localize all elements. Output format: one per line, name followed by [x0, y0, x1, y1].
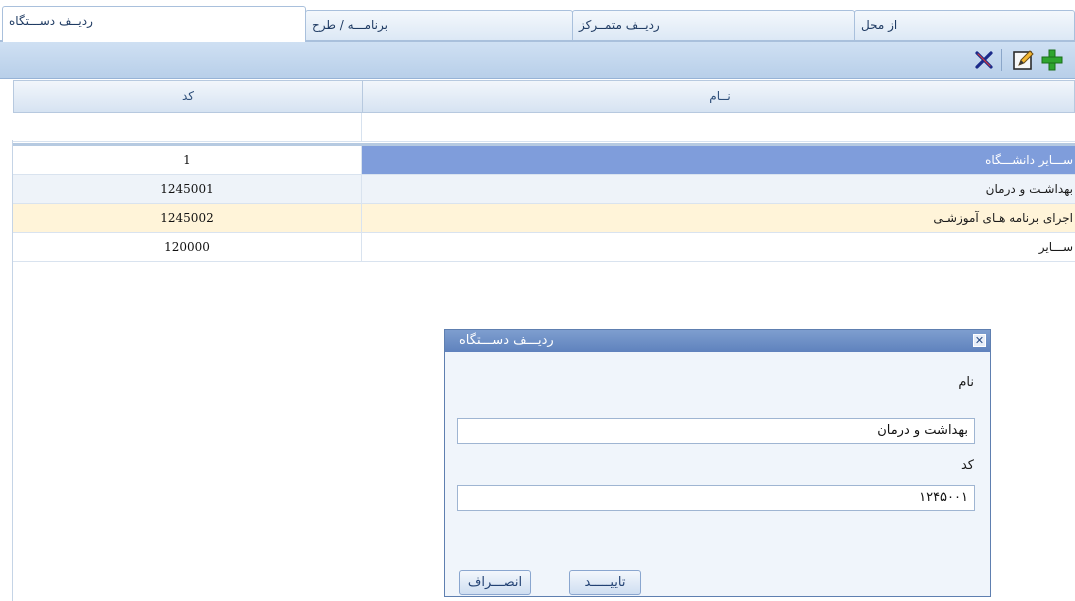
edit-button[interactable]	[1011, 48, 1035, 72]
dialog-title-bar[interactable]: ردیـــف دســـتگاه ✕	[445, 330, 990, 352]
add-icon	[1041, 49, 1063, 71]
cell-name: ســـایر دانشـــگاه	[362, 146, 1075, 174]
table-row[interactable]: 1 ســـایر دانشـــگاه	[13, 146, 1075, 175]
delete-button[interactable]	[972, 48, 996, 72]
toolbar	[0, 42, 1075, 79]
ok-button[interactable]: تاییـــــد	[569, 570, 641, 595]
code-label: کد	[960, 458, 974, 473]
name-field[interactable]: بهداشت و درمان	[457, 418, 975, 444]
grid-filter-row[interactable]	[13, 113, 1075, 142]
cell-name: بهداشـت و درمان	[362, 175, 1075, 203]
name-label: نام	[958, 375, 974, 390]
tab-program-plan[interactable]: برنامـــه / طرح	[305, 10, 573, 40]
cell-code: 120000	[13, 233, 362, 261]
tab-device-row[interactable]: ردیــف دســـتگاه	[2, 6, 306, 42]
column-header-code[interactable]: کد	[14, 81, 362, 112]
table-row[interactable]: 120000 ســـایر	[13, 233, 1075, 262]
add-button[interactable]	[1040, 48, 1064, 72]
cell-name: ســـایر	[1038, 240, 1073, 254]
filter-divider	[361, 113, 362, 141]
grid-header: کد نــام	[13, 80, 1075, 113]
tab-from-source[interactable]: از محل	[854, 10, 1075, 40]
dialog-title: ردیـــف دســـتگاه	[459, 333, 554, 348]
cancel-button[interactable]: انصـــراف	[459, 570, 531, 595]
toolbar-separator	[1001, 49, 1002, 71]
table-row[interactable]: 1245001 بهداشـت و درمان	[13, 175, 1075, 204]
cell-name: اجرای برنامه هـای آموزشـی	[362, 204, 1075, 232]
close-button[interactable]: ✕	[973, 334, 986, 347]
grid-left-border	[12, 140, 13, 601]
tab-centralized-row[interactable]: ردیــف متمــرکز	[572, 10, 855, 40]
cell-code: 1245001	[13, 175, 362, 203]
cell-code: 1245002	[13, 204, 362, 232]
code-field[interactable]: ۱۲۴۵۰۰۱	[457, 485, 975, 511]
edit-dialog: ردیـــف دســـتگاه ✕ نام بهداشت و درمان ک…	[444, 329, 991, 597]
table-row[interactable]: 1245002 اجرای برنامه هـای آموزشـی	[13, 204, 1075, 233]
cell-code: 1	[13, 146, 362, 174]
close-icon: ✕	[974, 334, 985, 347]
grid-rows: 1 ســـایر دانشـــگاه 1245001 بهداشـت و د…	[13, 146, 1075, 262]
tab-strip: ردیــف دســـتگاه برنامـــه / طرح ردیــف …	[0, 0, 1075, 42]
delete-icon	[975, 51, 993, 69]
column-header-name[interactable]: نــام	[362, 81, 1075, 112]
edit-icon	[1013, 50, 1034, 70]
